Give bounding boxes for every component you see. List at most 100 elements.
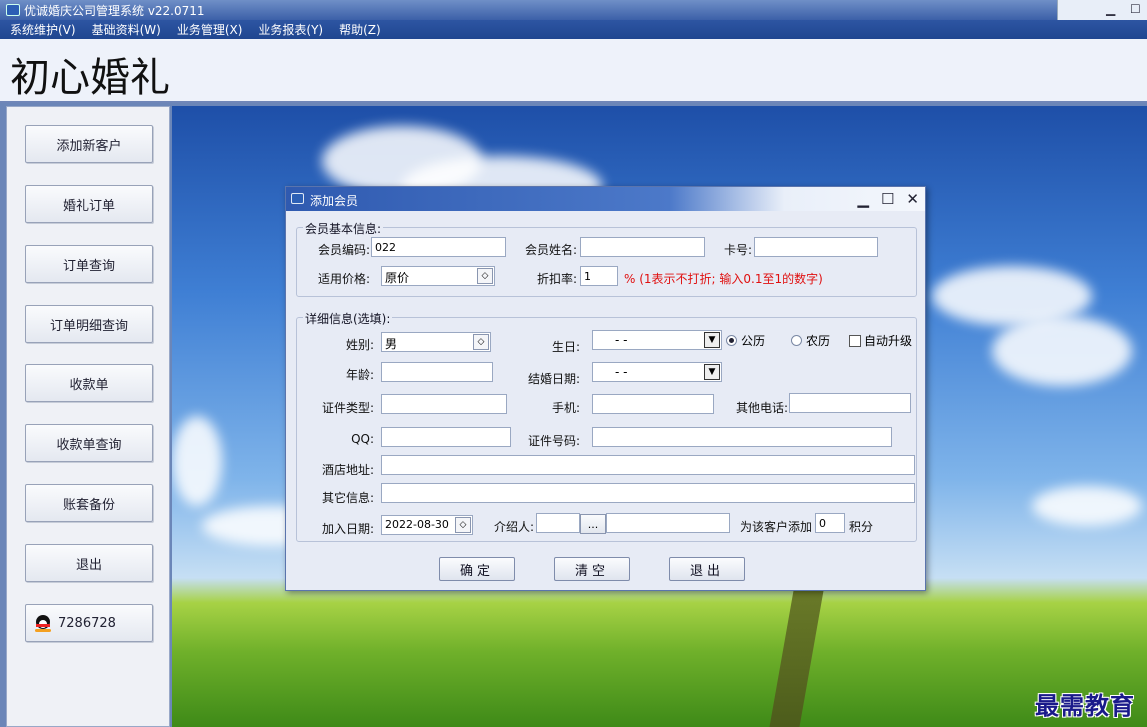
member-name-input[interactable] [580,237,705,257]
cloud [992,316,1132,386]
clear-button[interactable]: 清空 [554,557,630,581]
mobile-input[interactable] [592,394,714,414]
checkbox-icon [849,334,861,347]
birthday-label: 生日: [551,340,580,354]
join-date-value: 2022-08-30 [385,518,449,531]
birthday-value: - - [615,333,628,347]
dialog-titlebar: 添加会员 ▁ ☐ ✕ [286,187,925,211]
hotel-address-label: 酒店地址: [321,463,374,477]
dialog-minimize-icon[interactable]: ▁ [857,190,869,208]
other-info-label: 其它信息: [321,491,374,505]
maximize-icon[interactable]: ☐ [1130,2,1141,16]
backup-button[interactable]: 账套备份 [25,484,153,522]
other-phone-input[interactable] [789,393,911,413]
id-type-label: 证件类型: [321,401,374,415]
age-input[interactable] [381,362,493,382]
sidebar: 添加新客户 婚礼订单 订单查询 订单明细查询 收款单 收款单查询 账套备份 退出… [6,106,170,727]
id-number-input[interactable] [592,427,892,447]
price-select-value: 原价 [385,271,410,285]
menu-reports[interactable]: 业务报表(Y) [258,21,323,38]
watermark: 最需教育 [1035,691,1135,720]
dialog-exit-button[interactable]: 退出 [669,557,745,581]
auto-upgrade-checkbox[interactable]: 自动升级 [849,332,912,349]
member-code-input[interactable] [371,237,506,257]
solar-label: 公历 [741,334,766,348]
gender-select-value: 男 [385,337,398,351]
window-controls: ▁ ☐ [1057,0,1147,20]
price-label: 适用价格: [317,272,370,286]
solar-calendar-radio[interactable]: 公历 [726,332,765,349]
spin-icon[interactable]: ◇ [473,334,489,350]
radio-unchecked-icon [791,335,802,346]
member-name-label: 会员姓名: [524,243,577,257]
referrer-label: 介绍人: [493,520,534,534]
lunar-calendar-radio[interactable]: 农历 [791,332,830,349]
referrer-name-input[interactable] [606,513,730,533]
add-member-dialog: 添加会员 ▁ ☐ ✕ 会员基本信息: 会员编码: 会员姓名: 卡号: 适用价格:… [285,186,926,591]
qq-input[interactable] [381,427,511,447]
add-customer-button[interactable]: 添加新客户 [25,125,153,163]
discount-label: 折扣率: [536,272,577,286]
birthday-picker[interactable]: - - ▼ [592,330,722,350]
other-phone-label: 其他电话: [735,401,788,415]
dialog-maximize-icon[interactable]: ☐ [881,190,894,208]
age-label: 年龄: [345,368,374,382]
wedding-order-button[interactable]: 婚礼订单 [25,185,153,223]
mobile-label: 手机: [551,401,580,415]
dropdown-arrow-icon[interactable]: ▼ [704,332,720,348]
basic-info-title: 会员基本信息: [303,220,384,237]
qq-contact-button[interactable]: 7286728 [25,604,153,642]
menu-basic-data[interactable]: 基础资料(W) [92,21,161,38]
referrer-browse-button[interactable]: ... [580,514,606,534]
ok-button[interactable]: 确定 [439,557,515,581]
menu-business[interactable]: 业务管理(X) [177,21,243,38]
dialog-close-icon[interactable]: ✕ [906,190,919,208]
points-unit: 积分 [849,520,874,534]
id-number-label: 证件号码: [527,434,580,448]
auto-upgrade-label: 自动升级 [864,334,913,348]
dropdown-arrow-icon[interactable]: ▼ [704,364,720,380]
cloud [1032,486,1142,526]
wedding-date-value: - - [615,365,628,379]
exit-button[interactable]: 退出 [25,544,153,582]
gender-select[interactable]: 男 ◇ [381,332,491,352]
field-path [767,576,827,727]
menu-bar: 系统维护(V) 基础资料(W) 业务管理(X) 业务报表(Y) 帮助(Z) [0,20,1147,39]
detail-info-title: 详细信息(选填): [303,310,393,327]
qq-label: QQ: [351,432,374,446]
wedding-date-label: 结婚日期: [527,372,580,386]
referrer-code-input[interactable] [536,513,580,533]
spin-icon[interactable]: ◇ [477,268,493,284]
discount-hint: % (1表示不打折; 输入0.1至1的数字) [624,272,823,286]
other-info-input[interactable] [381,483,915,503]
brand-title: 初心婚礼 [10,55,170,101]
receipt-query-button[interactable]: 收款单查询 [25,424,153,462]
card-number-input[interactable] [754,237,878,257]
app-icon [6,4,20,16]
id-type-input[interactable] [381,394,507,414]
qq-number: 7286728 [58,615,116,631]
banner: 初心婚礼 [0,39,1147,103]
points-label: 为该客户添加 [739,520,812,534]
spin-icon[interactable]: ◇ [455,517,471,533]
points-input[interactable] [815,513,845,533]
member-code-label: 会员编码: [317,243,370,257]
wedding-date-picker[interactable]: - - ▼ [592,362,722,382]
discount-input[interactable] [580,266,618,286]
dialog-app-icon [291,193,304,204]
window-titlebar: 优诚婚庆公司管理系统 v22.0711 ▁ ☐ [0,0,1147,20]
dialog-title: 添加会员 [310,194,359,208]
order-detail-query-button[interactable]: 订单明细查询 [25,305,153,343]
lunar-label: 农历 [806,334,831,348]
radio-checked-icon [726,335,737,346]
menu-system[interactable]: 系统维护(V) [10,21,76,38]
menu-help[interactable]: 帮助(Z) [339,21,381,38]
hotel-address-input[interactable] [381,455,915,475]
join-date-picker[interactable]: 2022-08-30 ◇ [381,515,473,535]
qq-penguin-icon [34,613,52,633]
price-select[interactable]: 原价 ◇ [381,266,495,286]
receipt-button[interactable]: 收款单 [25,364,153,402]
minimize-icon[interactable]: ▁ [1106,2,1115,16]
order-query-button[interactable]: 订单查询 [25,245,153,283]
window-title: 优诚婚庆公司管理系统 v22.0711 [24,3,205,18]
